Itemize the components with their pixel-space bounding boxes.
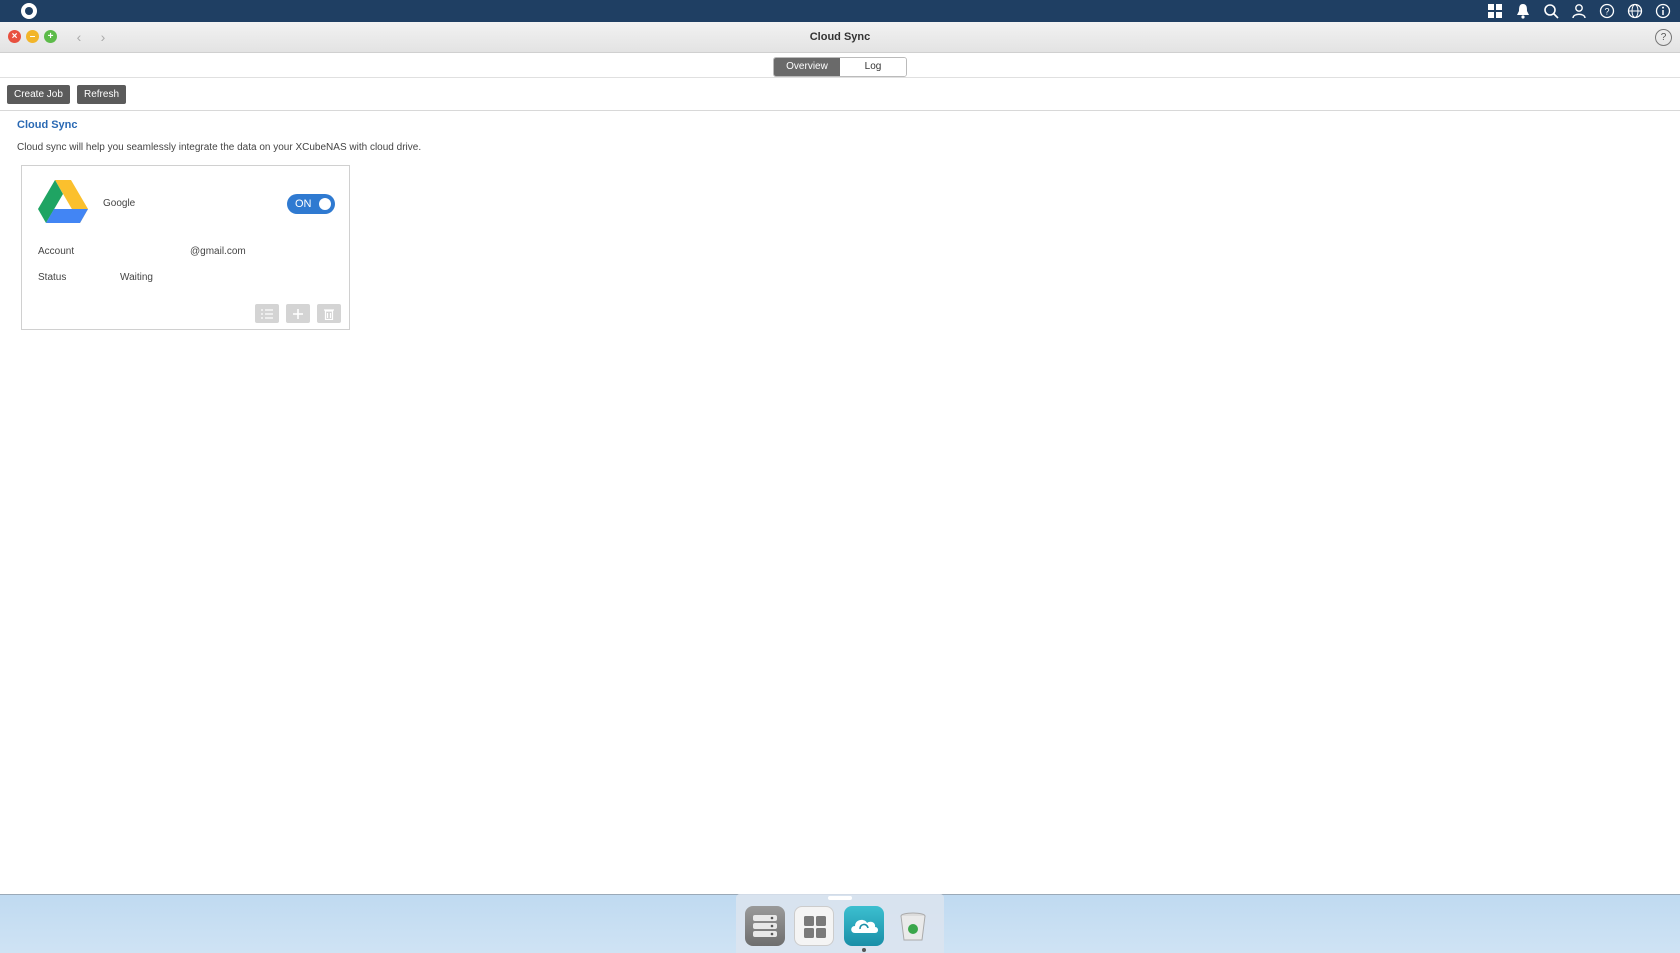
provider-name: Google [103, 198, 136, 209]
dock [736, 894, 944, 953]
active-app-indicator [862, 948, 866, 952]
status-value: Waiting [120, 272, 153, 283]
toolbar: Create Job Refresh [0, 78, 1680, 111]
cloud-sync-app-icon[interactable] [844, 906, 884, 946]
account-value: @gmail.com [190, 246, 246, 257]
window-help-icon[interactable]: ? [1655, 29, 1672, 46]
toggle-label: ON [295, 198, 312, 210]
apps-grid-icon[interactable] [1486, 2, 1504, 20]
status-label: Status [38, 272, 67, 283]
list-icon [261, 308, 273, 319]
create-job-button[interactable]: Create Job [7, 85, 70, 104]
account-label: Account [38, 246, 75, 257]
tab-overview[interactable]: Overview [774, 58, 840, 76]
plus-icon [293, 308, 303, 319]
info-icon[interactable] [1654, 2, 1672, 20]
tab-group: Overview Log [773, 57, 907, 77]
cloud-sync-window: × – + ‹ › Cloud Sync ? Overview Log Crea… [0, 22, 1680, 895]
refresh-button[interactable]: Refresh [77, 85, 127, 104]
delete-job-button[interactable] [317, 304, 341, 323]
svg-text:?: ? [1604, 7, 1609, 17]
trash-icon [324, 308, 334, 320]
top-bar-icons: ? [1486, 2, 1672, 20]
window-title: Cloud Sync [809, 31, 871, 43]
system-top-bar: ? [0, 0, 1680, 22]
add-job-button[interactable] [286, 304, 310, 323]
google-drive-icon [38, 180, 88, 223]
help-icon[interactable]: ? [1598, 2, 1616, 20]
job-list-button[interactable] [255, 304, 279, 323]
dock-handle[interactable] [828, 896, 852, 900]
app-center-icon[interactable] [794, 906, 834, 946]
bell-icon[interactable] [1514, 2, 1532, 20]
cloud-job-card: Google ON Account @gmail.com Status Wait… [21, 165, 350, 330]
section-description: Cloud sync will help you seamlessly inte… [17, 142, 422, 153]
toggle-knob [319, 198, 331, 210]
globe-icon[interactable] [1626, 2, 1644, 20]
sync-toggle[interactable]: ON [287, 194, 335, 214]
user-icon[interactable] [1570, 2, 1588, 20]
storage-app-icon[interactable] [745, 906, 785, 946]
recycle-bin-icon[interactable] [893, 906, 933, 946]
section-title: Cloud Sync [17, 119, 78, 131]
main-menu-logo-icon[interactable] [21, 3, 37, 19]
tab-log[interactable]: Log [840, 58, 906, 76]
window-title-bar: × – + ‹ › Cloud Sync ? [0, 22, 1680, 53]
tab-bar: Overview Log [0, 53, 1680, 78]
search-icon[interactable] [1542, 2, 1560, 20]
